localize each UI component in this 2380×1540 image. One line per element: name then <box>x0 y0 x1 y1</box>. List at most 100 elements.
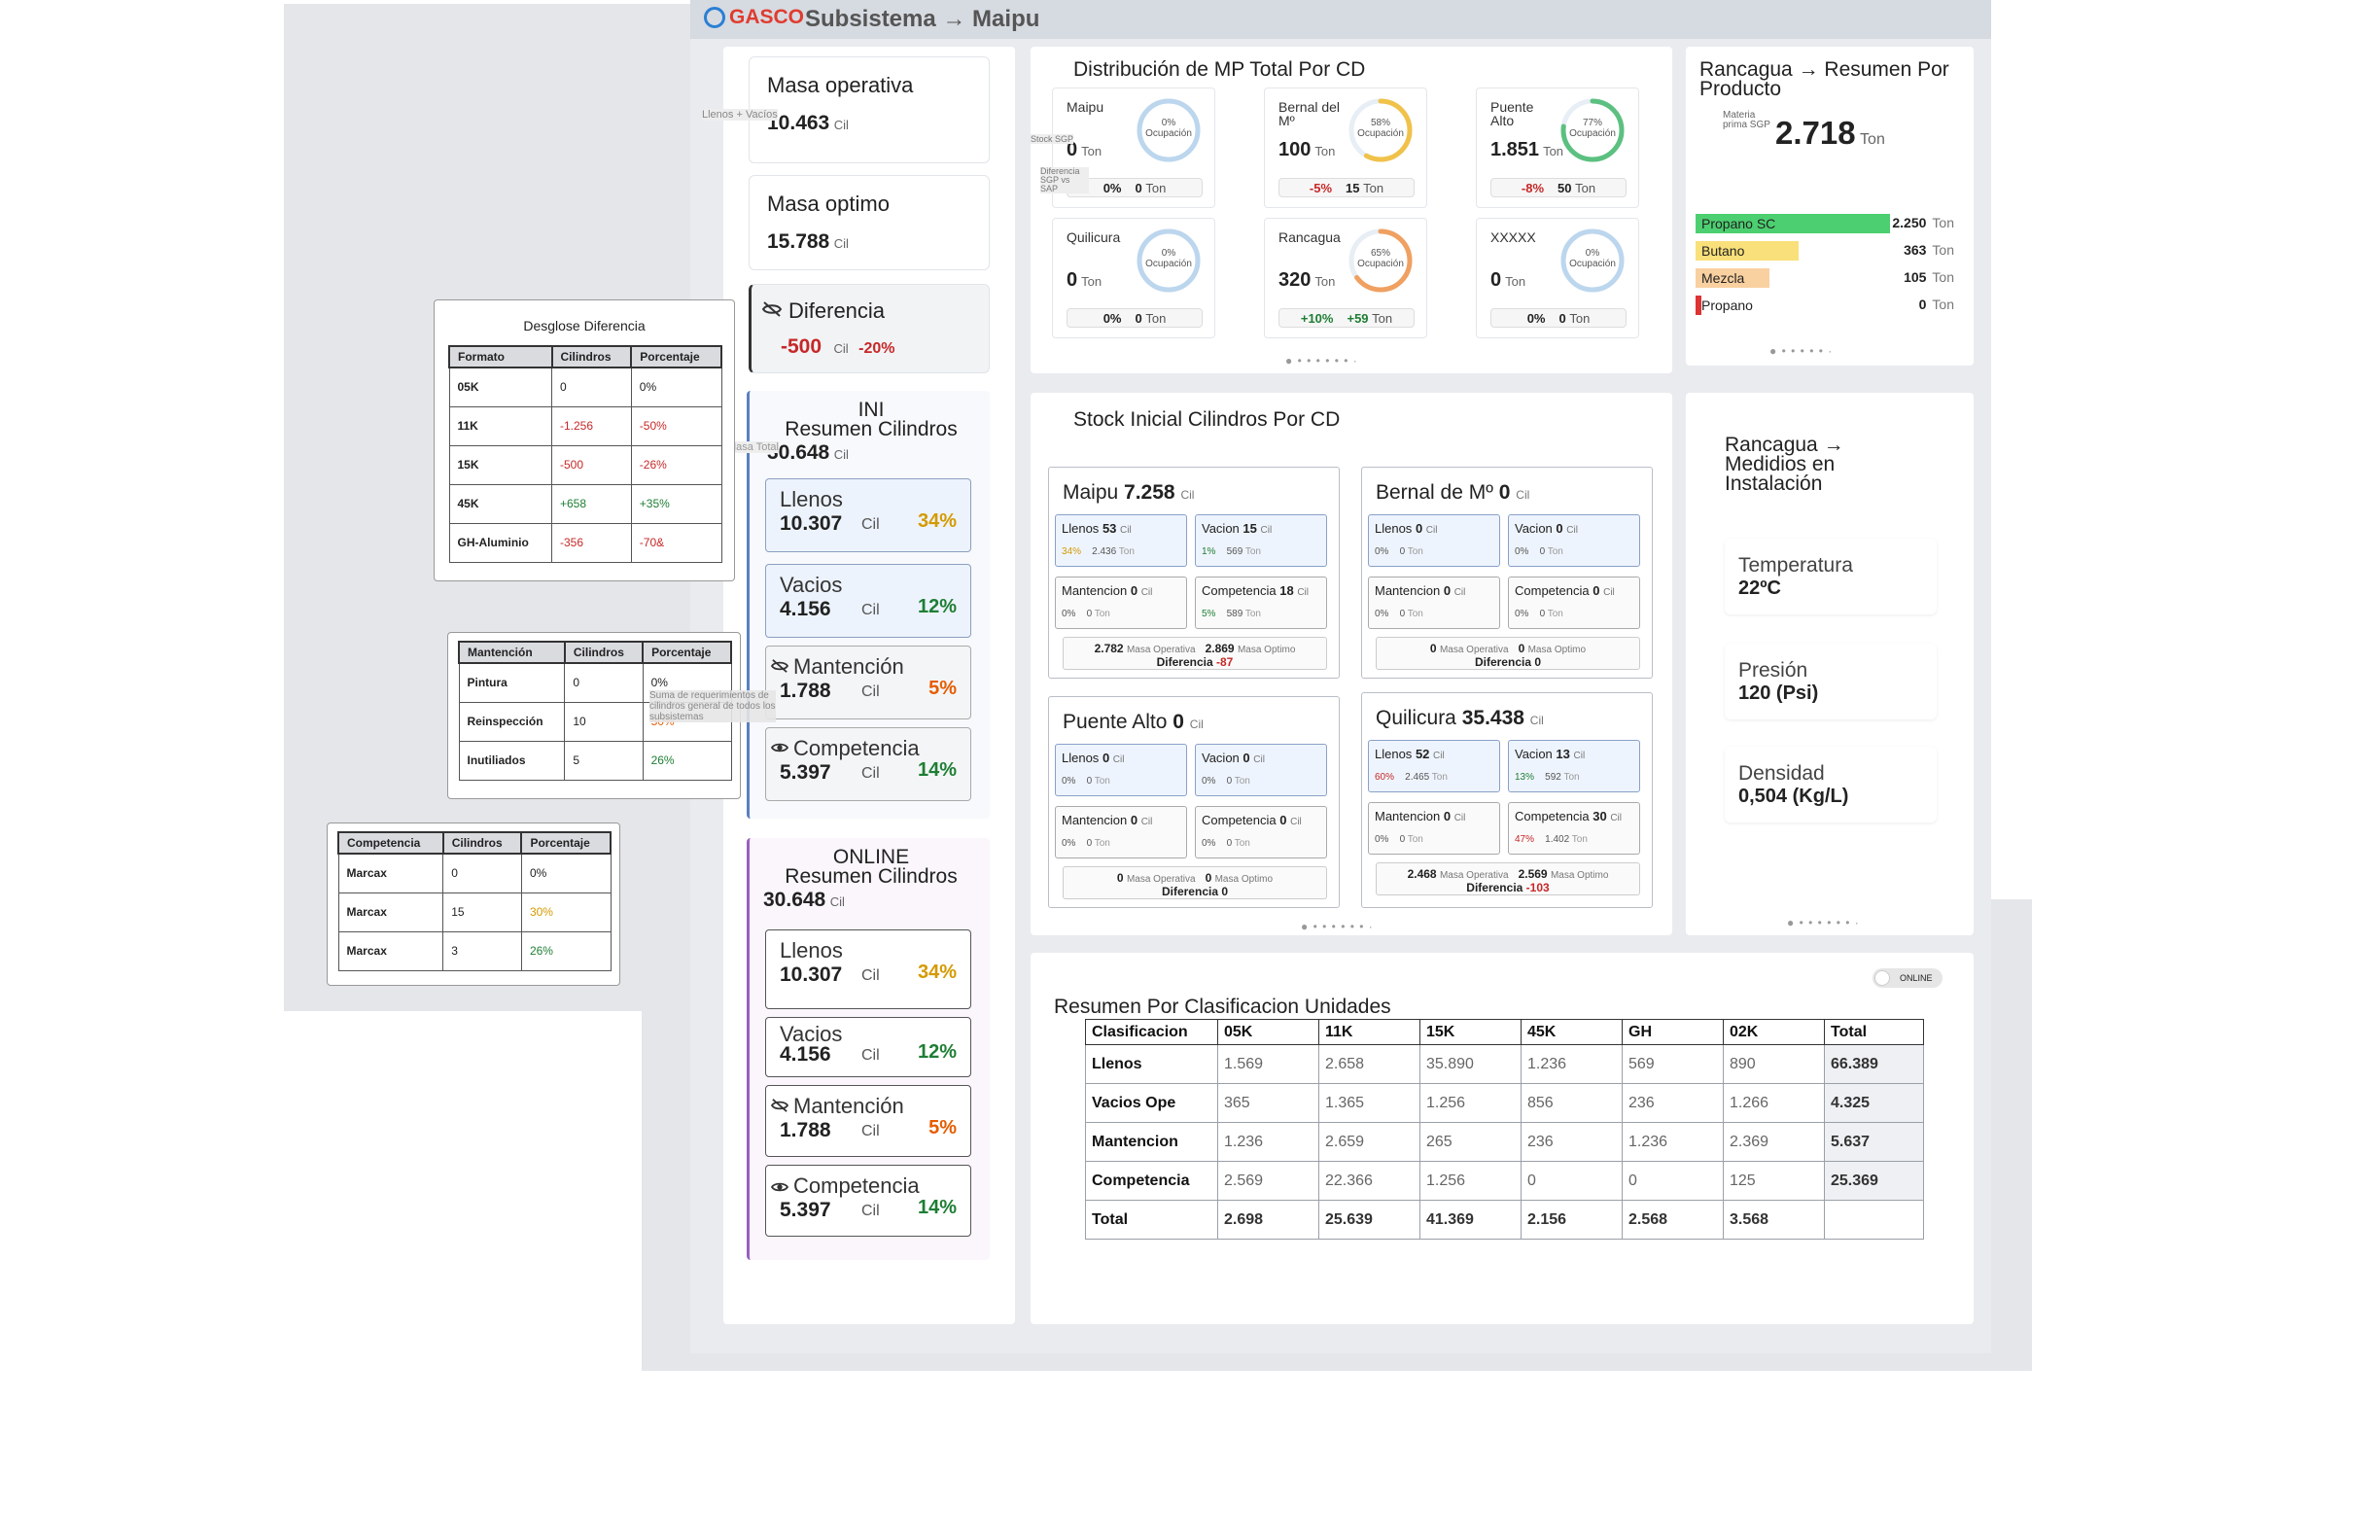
table-row: Llenos 1.569 2.658 35.890 1.236 569 890 66.389 <box>1085 1044 1924 1084</box>
desglose-diferencia-panel: Desglose Diferencia Formato Cilindros Porc… <box>434 299 735 581</box>
tooltip-diferencia-sgp: Diferencia SGP vs SAP <box>1040 167 1089 193</box>
stock-footer: 0 Masa Operativa 0 Masa Optimo Diferenci… <box>1376 637 1640 670</box>
dist-card-name: Quilicura <box>1067 229 1121 245</box>
eye-icon <box>770 740 789 760</box>
dist-card-name: Puente Alto <box>1490 99 1534 128</box>
product-bar[interactable]: Mezcla <box>1696 268 1769 288</box>
diff-bar: 0% 0 Ton <box>1067 308 1203 328</box>
stock-cell[interactable]: Mantencion 0 Cil 0% 0 Ton <box>1055 806 1187 858</box>
product-value: 105 Ton <box>1904 269 1954 285</box>
gasco-logo[interactable]: GASCO <box>704 6 804 29</box>
product-bar[interactable]: Propano <box>1696 296 1753 315</box>
dist-card-name: Bernal del Mº <box>1278 99 1341 128</box>
dist-card[interactable]: Puente Alto 1.851 Ton 77% Ocupación -8% 50 Ton <box>1476 88 1639 208</box>
stock-cell[interactable]: Vacion 15 Cil 1% 569 Ton <box>1195 514 1327 567</box>
stock-cell[interactable]: Vacion 0 Cil 0% 0 Ton <box>1195 744 1327 796</box>
stock-cell[interactable]: Mantencion 0 Cil 0% 0 Ton <box>1368 577 1500 629</box>
dist-card[interactable]: Quilicura 0 Ton 0% Ocupación 0% 0 Ton <box>1052 218 1215 338</box>
sensor-presion[interactable]: Presión 120 (Psi) <box>1725 644 1937 719</box>
ini-vacios-card[interactable]: Vacios 4.156 Cil 12% <box>765 564 971 638</box>
stock-cell[interactable]: Mantencion 0 Cil 0% 0 Ton <box>1368 802 1500 855</box>
product-value: 363 Ton <box>1904 242 1954 258</box>
online-competencia-card[interactable]: Competencia 5.397 Cil 14% <box>765 1165 971 1237</box>
ini-competencia-card[interactable]: Competencia 5.397 Cil 14% <box>765 727 971 801</box>
table-row: Competencia 2.569 22.366 1.256 0 0 125 25.369 <box>1085 1161 1924 1201</box>
product-bar[interactable]: Butano <box>1696 241 1799 261</box>
occupancy-ring: 58% Ocupación <box>1345 94 1417 166</box>
carousel-dots[interactable]: ● • • • • • · <box>1769 344 1833 358</box>
dist-card[interactable]: Bernal del Mº 100 Ton 58% Ocupación -5% 15 Ton <box>1264 88 1427 208</box>
stock-footer: 2.782 Masa Operativa 2.869 Masa Optimo D… <box>1063 637 1327 670</box>
online-toggle[interactable]: ONLINE <box>1872 968 1942 988</box>
dist-card-name: Rancagua <box>1278 229 1341 245</box>
table-row: Vacios Ope 365 1.365 1.256 856 236 1.266 4.325 <box>1085 1083 1924 1123</box>
stock-cell[interactable]: Vacion 0 Cil 0% 0 Ton <box>1508 514 1640 567</box>
desglose-table: Formato Cilindros Porcentaje 05K 0 0% 11K -1.… <box>448 345 722 563</box>
ini-summary-panel: INI Resumen Cilindros 30.648 Cil Llenos 1… <box>747 391 990 819</box>
sensor-densidad[interactable]: Densidad 0,504 (Kg/L) <box>1725 747 1937 822</box>
occupancy-ring: 0% Ocupación <box>1557 225 1628 297</box>
occupancy-ring: 0% Ocupación <box>1133 94 1205 166</box>
dist-card-value: 1.851 <box>1490 139 1540 160</box>
stock-box[interactable]: Puente Alto 0 Cil Llenos 0 Cil 0% 0 Ton … <box>1048 696 1340 908</box>
distribucion-panel: Distribución de MP Total Por CD Maipu 0 To… <box>1031 47 1672 373</box>
stock-cell[interactable]: Llenos 52 Cil 60% 2.465 Ton <box>1368 740 1500 792</box>
dist-card[interactable]: XXXXX 0 Ton 0% Ocupación 0% 0 Ton <box>1476 218 1639 338</box>
dist-card-value: 320 <box>1278 269 1312 291</box>
tooltip-llenos-vacios: Llenos + Vacíos <box>702 109 778 121</box>
stock-cell[interactable]: Llenos 53 Cil 34% 2.436 Ton <box>1055 514 1187 567</box>
eye-icon <box>770 1179 789 1200</box>
carousel-dots[interactable]: ● • • • • • • · <box>1285 354 1358 368</box>
stock-cell[interactable]: Mantencion 0 Cil 0% 0 Ton <box>1055 577 1187 629</box>
stock-panel: Stock Inicial Cilindros Por CD Maipu 7.2… <box>1031 393 1672 935</box>
kpi-masa-optimo[interactable]: Masa optimo 15.788 Cil <box>749 175 990 270</box>
sensor-temperatura[interactable]: Temperatura 22ºC <box>1725 539 1937 614</box>
online-llenos-card[interactable]: Llenos 10.307 Cil 34% <box>765 929 971 1009</box>
dist-card-value: 0 <box>1067 269 1078 291</box>
stock-footer: 0 Masa Operativa 0 Masa Optimo Diferenci… <box>1063 866 1327 899</box>
diff-bar: -8% 50 Ton <box>1490 178 1627 197</box>
ini-llenos-card[interactable]: Llenos 10.307 Cil 34% <box>765 478 971 552</box>
occupancy-ring: 77% Ocupación <box>1557 94 1628 166</box>
online-vacios-card[interactable]: Vacios 4.156 Cil 12% <box>765 1017 971 1077</box>
occupancy-ring: 0% Ocupación <box>1133 225 1205 297</box>
carousel-dots[interactable]: ● • • • • • • · <box>1787 916 1860 929</box>
eye-slash-icon <box>761 298 783 324</box>
gasco-logo-icon <box>704 7 725 28</box>
diff-bar: +10% +59 Ton <box>1278 308 1415 328</box>
product-bar[interactable]: Propano SC <box>1696 214 1890 233</box>
stock-box[interactable]: Maipu 7.258 Cil Llenos 53 Cil 34% 2.436 … <box>1048 467 1340 679</box>
dist-card-value: 100 <box>1278 139 1312 160</box>
stock-cell[interactable]: Competencia 0 Cil 0% 0 Ton <box>1195 806 1327 858</box>
sensores-panel: Rancagua → Medidios en Instalación Tempe… <box>1686 393 1974 935</box>
stock-box[interactable]: Quilicura 35.438 Cil Llenos 52 Cil 60% 2… <box>1361 692 1653 908</box>
ini-mantencion-card[interactable]: Mantención 1.788 Cil 5% <box>765 646 971 719</box>
diff-bar: -5% 15 Ton <box>1278 178 1415 197</box>
product-value: 0 Ton <box>1918 297 1954 312</box>
online-summary-panel: ONLINE Resumen Cilindros 30.648 Cil Llen… <box>747 838 990 1260</box>
kpi-masa-operativa[interactable]: Masa operativa 10.463 Cil <box>749 56 990 163</box>
kpi-diferencia[interactable]: Diferencia -500 Cil -20% <box>749 284 990 373</box>
top-bar: GASCO Subsistema → Maipu <box>690 0 1991 39</box>
eye-slash-icon <box>770 1098 789 1118</box>
stock-cell[interactable]: Vacion 13 Cil 13% 592 Ton <box>1508 740 1640 792</box>
dist-card-value: 0 <box>1490 269 1502 291</box>
producto-panel: Rancagua → Resumen Por Producto Materia … <box>1686 47 1974 366</box>
competencia-detail-panel: Competencia Cilindros Porcentaje Marcax 0 0%… <box>327 822 620 986</box>
stock-cell[interactable]: Llenos 0 Cil 0% 0 Ton <box>1055 744 1187 796</box>
stock-box[interactable]: Bernal de Mº 0 Cil Llenos 0 Cil 0% 0 Ton… <box>1361 467 1653 679</box>
stock-cell[interactable]: Competencia 30 Cil 47% 1.402 Ton <box>1508 802 1640 855</box>
diff-bar: 0% 0 Ton <box>1490 308 1627 328</box>
competencia-table: Competencia Cilindros Porcentaje Marcax 0 0%… <box>337 831 612 971</box>
dist-card[interactable]: Rancagua 320 Ton 65% Ocupación +10% +59 Ton <box>1264 218 1427 338</box>
table-row: Total 2.698 25.639 41.369 2.156 2.568 3.568 <box>1085 1200 1924 1240</box>
online-mantencion-card[interactable]: Mantención 1.788 Cil 5% <box>765 1085 971 1157</box>
stock-cell[interactable]: Llenos 0 Cil 0% 0 Ton <box>1368 514 1500 567</box>
carousel-dots[interactable]: ● • • • • • • · <box>1301 920 1374 933</box>
dist-card-name: XXXXX <box>1490 229 1536 245</box>
toggle-knob <box>1874 970 1890 986</box>
clasificacion-table: Clasificacion 05K 11K 15K 45K GH 02K Total Llen… <box>1085 1019 1924 1240</box>
eye-slash-icon <box>770 658 789 679</box>
stock-cell[interactable]: Competencia 18 Cil 5% 589 Ton <box>1195 577 1327 629</box>
stock-cell[interactable]: Competencia 0 Cil 0% 0 Ton <box>1508 577 1640 629</box>
